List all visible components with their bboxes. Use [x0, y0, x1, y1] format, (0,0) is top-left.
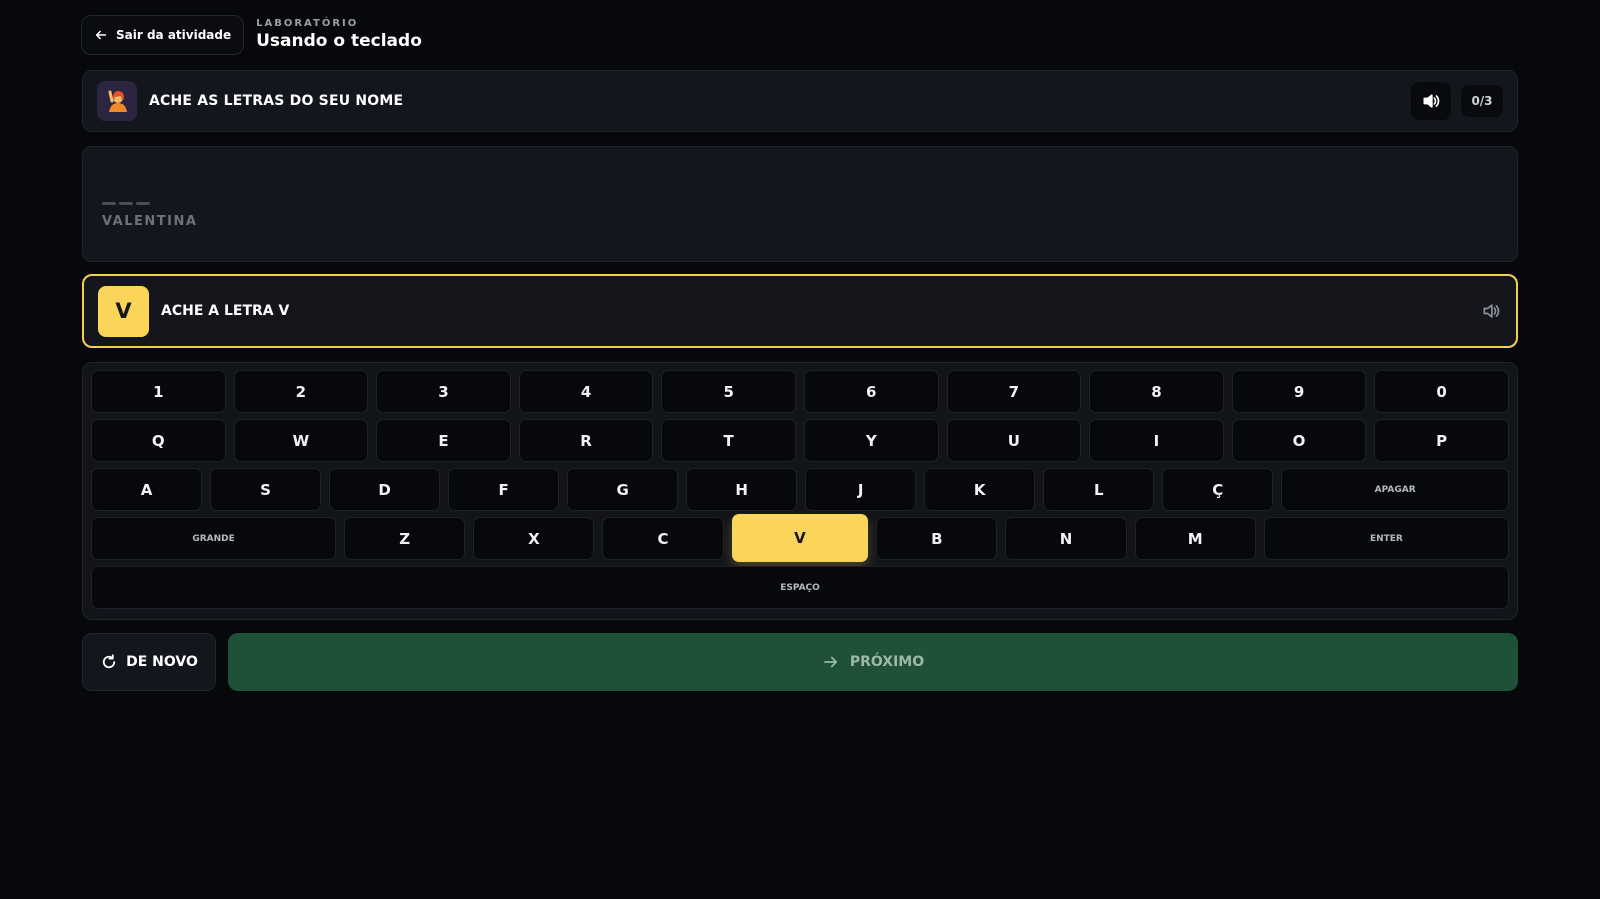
key-l[interactable]: L: [1043, 468, 1155, 511]
key-q[interactable]: Q: [91, 419, 226, 462]
enter-key[interactable]: ENTER: [1263, 517, 1509, 560]
key-u[interactable]: U: [946, 419, 1082, 462]
keyboard-row-top: Q W E R T Y U I O P: [91, 419, 1509, 462]
key-d[interactable]: D: [329, 468, 441, 511]
task-audio-button[interactable]: [1411, 82, 1451, 120]
keyboard-row-bottom: GRANDE Z X C V B N M ENTER: [91, 514, 1509, 562]
key-3[interactable]: 3: [376, 370, 511, 413]
task-header: ACHE AS LETRAS DO SEU NOME 0/3: [82, 70, 1518, 132]
letter-slots: [102, 202, 150, 205]
breadcrumb: LABORATÓRIO Usando o teclado: [256, 18, 422, 52]
progress-counter: 0/3: [1461, 85, 1503, 117]
key-0[interactable]: 0: [1374, 370, 1509, 413]
action-bar: DE NOVO PRÓXIMO: [82, 633, 1518, 691]
current-letter-text: ACHE A LETRA V: [161, 303, 290, 319]
key-k[interactable]: K: [924, 468, 1036, 511]
space-key[interactable]: ESPAÇO: [91, 566, 1509, 609]
speaker-icon: [1483, 304, 1500, 318]
page-title: Usando o teclado: [256, 31, 422, 51]
arrow-left-icon: [95, 30, 107, 40]
key-i[interactable]: I: [1089, 419, 1224, 462]
current-letter-prompt: V ACHE A LETRA V: [82, 274, 1518, 348]
target-name: VALENTINA: [102, 214, 198, 229]
key-6[interactable]: 6: [803, 370, 939, 413]
keyboard-row-space: ESPAÇO: [91, 566, 1509, 609]
exit-activity-button[interactable]: Sair da atividade: [81, 15, 245, 55]
key-m[interactable]: M: [1134, 517, 1256, 560]
next-button[interactable]: PRÓXIMO: [228, 633, 1518, 691]
key-y[interactable]: Y: [803, 419, 939, 462]
key-z[interactable]: Z: [344, 517, 466, 560]
letter-slot: [102, 202, 116, 205]
key-r[interactable]: R: [518, 419, 654, 462]
try-again-label: DE NOVO: [126, 654, 198, 670]
key-2[interactable]: 2: [233, 370, 369, 413]
key-9[interactable]: 9: [1231, 370, 1367, 413]
virtual-keyboard: 1 2 3 4 5 6 7 8 9 0 Q W E R T Y U I O P …: [82, 362, 1518, 620]
person-raising-hand-icon: [97, 81, 137, 121]
letter-audio-button[interactable]: [1480, 300, 1502, 322]
refresh-icon: [102, 654, 116, 669]
key-a[interactable]: A: [91, 468, 203, 511]
shift-key[interactable]: GRANDE: [91, 517, 337, 560]
exit-activity-label: Sair da atividade: [116, 28, 232, 42]
key-e[interactable]: E: [376, 419, 511, 462]
section-label: LABORATÓRIO: [256, 18, 359, 29]
letter-slot: [119, 202, 133, 205]
key-c[interactable]: C: [602, 517, 724, 560]
key-g[interactable]: G: [567, 468, 679, 511]
key-o[interactable]: O: [1231, 419, 1367, 462]
try-again-button[interactable]: DE NOVO: [82, 633, 216, 691]
key-x[interactable]: X: [473, 517, 595, 560]
keyboard-row-home: A S D F G H J K L Ç APAGAR: [91, 468, 1509, 511]
key-5[interactable]: 5: [661, 370, 796, 413]
delete-key[interactable]: APAGAR: [1281, 468, 1509, 511]
key-p[interactable]: P: [1374, 419, 1509, 462]
key-f[interactable]: F: [448, 468, 560, 511]
key-4[interactable]: 4: [518, 370, 654, 413]
key-w[interactable]: W: [233, 419, 369, 462]
key-1[interactable]: 1: [91, 370, 226, 413]
key-8[interactable]: 8: [1089, 370, 1224, 413]
next-label: PRÓXIMO: [849, 654, 925, 670]
arrow-right-icon: [824, 656, 837, 668]
key-j[interactable]: J: [805, 468, 917, 511]
task-title: ACHE AS LETRAS DO SEU NOME: [149, 93, 404, 109]
key-t[interactable]: T: [661, 419, 796, 462]
name-display: VALENTINA: [82, 146, 1518, 262]
key-n[interactable]: N: [1005, 517, 1127, 560]
task-controls: 0/3: [1411, 82, 1503, 120]
speaker-icon: [1423, 94, 1440, 108]
current-letter-badge: V: [98, 285, 149, 337]
key-c-cedilla[interactable]: Ç: [1162, 468, 1274, 511]
letter-slot: [136, 202, 150, 205]
key-b[interactable]: B: [876, 517, 998, 560]
key-h[interactable]: H: [686, 468, 798, 511]
keyboard-row-numbers: 1 2 3 4 5 6 7 8 9 0: [91, 370, 1509, 413]
key-7[interactable]: 7: [946, 370, 1082, 413]
key-s[interactable]: S: [210, 468, 322, 511]
top-bar: Sair da atividade LABORATÓRIO Usando o t…: [81, 14, 422, 56]
key-v[interactable]: V: [731, 514, 869, 562]
